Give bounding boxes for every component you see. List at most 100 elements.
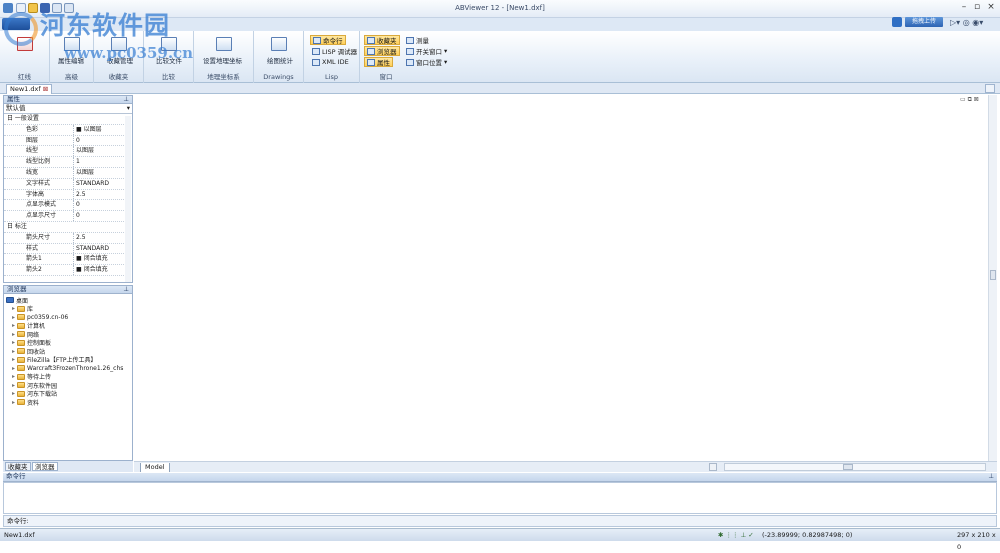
expand-icon[interactable]: ▸ [12,382,15,389]
expand-icon[interactable]: ▸ [12,390,15,397]
toggle-windows-button[interactable]: 开关窗口 ▾ [404,46,449,56]
command-line-button[interactable]: 命令行 [310,35,346,45]
label: 开关窗口 [416,48,442,56]
close-tab-icon[interactable]: ⊠ [43,85,48,93]
close-icon[interactable]: × [985,2,997,12]
tree-item[interactable]: ▸ 计算机 [6,322,132,330]
property-grid: 日 一般设置 色彩 ■ 以图层 图层 0 线型 以图层 线型比例 1 线宽 以图层 文字样式 STAND… [4,114,124,276]
property-row[interactable]: 图层 0 [4,135,124,147]
tab-favorites[interactable]: 收藏夹 [5,462,31,471]
minimize-icon[interactable]: – [958,2,970,12]
ribbon-group-lisp: 命令行 LISP 调试器 XML IDE Lisp [304,31,360,83]
drawing-stats-icon[interactable] [271,37,287,51]
expand-icon[interactable]: ▸ [12,339,15,346]
scroll-thumb[interactable] [990,270,996,280]
expand-icon[interactable]: ▸ [12,305,15,312]
expand-icon[interactable]: ▸ [12,348,15,355]
doc-tab-new1[interactable]: New1.dxf ⊠ [6,84,53,94]
favorites-toggle[interactable]: 收藏夹 [364,35,400,45]
property-value[interactable]: STANDARD [74,179,124,189]
tree-item[interactable]: 桌面 [6,296,132,305]
property-row[interactable]: 箭头2 ■ 闭合填充 [4,265,124,276]
tree-item[interactable]: ▸ 河东软件园 [6,381,132,390]
cloud-icon[interactable] [892,17,902,27]
mdi-controls-icon[interactable]: ▭ ⧉ ⊠ [960,96,979,104]
properties-toggle[interactable]: 属性 [364,57,393,67]
tree-item[interactable]: ▸ Warcraft3FrozenThrone1.26_chs [6,364,132,373]
tree-item[interactable]: ▸ pc0359.cn-06 [6,313,132,322]
tab-browser[interactable]: 浏览器 [32,462,58,471]
property-row[interactable]: 点显示模式 0 [4,200,124,212]
property-value[interactable]: 以图层 [74,168,124,178]
expand-icon[interactable]: ▸ [12,399,15,406]
pin-icon[interactable]: ⊥ [988,473,994,480]
property-value[interactable]: STANDARD [74,244,124,254]
property-value[interactable]: ■ 闭合填充 [74,265,124,275]
browser-toggle[interactable]: 浏览器 [364,46,400,56]
property-row[interactable]: 样式 STANDARD [4,243,124,255]
expand-icon[interactable]: ▸ [12,356,15,363]
property-row[interactable]: 线型比例 1 [4,157,124,168]
pin-icon[interactable]: ⊥ [123,286,129,293]
property-row[interactable]: 线型 以图层 [4,146,124,158]
properties-scrollbar[interactable] [125,116,131,282]
tree-item[interactable]: ▸ 等待上传 [6,373,132,381]
expand-icon[interactable]: ▸ [12,314,15,321]
options-icon[interactable]: ▷▾ ◎ ◉▾ [950,18,983,27]
tree-item[interactable]: ▸ 控制面板 [6,339,132,347]
set-geo-coords-button[interactable]: 设置地理坐标 [203,55,242,65]
layout-nav-icon[interactable] [709,463,717,471]
status-tools-icon[interactable]: ✱ ⋮⋮ ⊥ ✓ [718,529,754,541]
property-value[interactable]: 0 [74,211,124,221]
tree-item[interactable]: ▸ 库 [6,305,132,313]
property-name: 色彩 [4,124,74,135]
cloud-upload-button[interactable]: 拖拽上传 [905,17,943,27]
vertical-scrollbar[interactable] [988,95,997,461]
tree-item[interactable]: ▸ FileZilla【FTP上传工具】 [6,356,132,364]
command-input-row[interactable]: 命令行: [3,515,997,527]
tree-item-label: Warcraft3FrozenThrone1.26_chs [27,364,124,372]
restore-icon[interactable]: ▫ [971,2,983,12]
expand-icon[interactable]: ▸ [12,322,15,329]
property-value[interactable]: 2.5 [74,190,124,200]
property-value[interactable]: 1 [74,157,124,167]
object-selector[interactable]: 默认值 ▾ [4,104,132,114]
property-row[interactable]: 色彩 ■ 以图层 [4,124,124,136]
property-row[interactable]: 文字样式 STANDARD [4,178,124,190]
tree-item[interactable]: ▸ 网络 [6,330,132,339]
lisp-debugger-button[interactable]: LISP 调试器 [310,46,359,56]
property-value[interactable]: 0 [74,200,124,210]
property-row[interactable]: 点显示尺寸 0 [4,211,124,222]
property-value[interactable]: ■ 闭合填充 [74,254,124,264]
drawing-stats-button[interactable]: 绘图统计 [267,55,293,65]
property-row[interactable]: 箭头1 ■ 闭合填充 [4,254,124,266]
property-value[interactable]: 2.5 [74,233,124,243]
group-label: Lisp [325,73,338,81]
property-row[interactable]: 字体高 2.5 [4,189,124,201]
geo-coords-icon[interactable] [216,37,232,51]
property-value[interactable]: 0 [74,136,124,146]
measure-button[interactable]: 测量 [404,35,431,45]
property-row[interactable]: 日 标注 [4,222,124,233]
property-value[interactable]: 以图层 [74,146,124,156]
group-label: 地理坐标系 [207,73,240,81]
expand-icon[interactable]: ▸ [12,365,15,372]
tab-menu-icon[interactable] [985,84,995,93]
scroll-thumb[interactable] [843,464,853,470]
window-position-button[interactable]: 窗口位置 ▾ [404,57,449,67]
layout-tab-model[interactable]: Model [140,463,170,472]
property-row[interactable]: 线宽 以图层 [4,167,124,179]
pin-icon[interactable]: ⊥ [123,96,129,103]
property-row[interactable]: 箭头尺寸 2.5 [4,232,124,244]
property-value[interactable]: ■ 以图层 [74,125,124,135]
tree-item[interactable]: ▸ 资料 [6,398,132,407]
expand-icon[interactable]: ▸ [12,331,15,338]
xml-ide-button[interactable]: XML IDE [310,57,351,67]
tree-item[interactable]: ▸ 回收站 [6,347,132,356]
expand-icon[interactable]: ▸ [12,373,15,380]
horizontal-scrollbar[interactable] [724,463,986,471]
group-label: 收藏夹 [108,73,129,81]
tree-item[interactable]: ▸ 河东下载站 [6,390,132,398]
drawing-canvas[interactable] [134,95,987,461]
property-row[interactable]: 日 一般设置 [4,114,124,125]
